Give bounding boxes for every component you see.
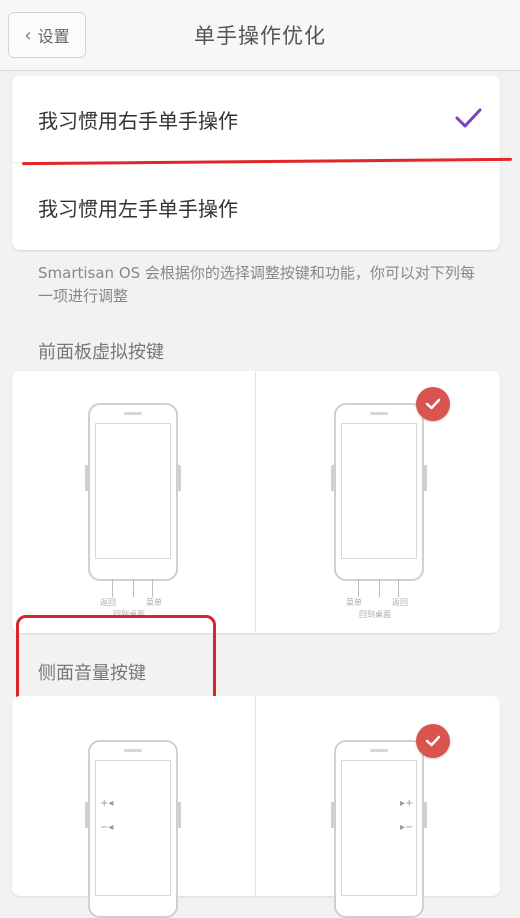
volume-up-icon: +◂ [100, 798, 114, 809]
phone-illustration [85, 403, 181, 581]
key-line [152, 579, 153, 597]
key-line [112, 579, 113, 597]
option-right-hand-label: 我习惯用右手单手操作 [38, 108, 238, 133]
front-panel-option-a[interactable]: 返回 菜单 回到桌面 [12, 371, 255, 633]
phone-illustration: +◂ −◂ [85, 740, 181, 918]
key-label-right: 菜单 [146, 598, 162, 607]
key-label-right: 返回 [392, 598, 408, 607]
side-volume-options-card: +◂ −◂ ▸+ ▸− [12, 696, 500, 918]
side-button [424, 802, 427, 828]
side-button [85, 802, 88, 828]
selected-check-icon [416, 387, 450, 421]
side-volume-option-b[interactable]: ▸+ ▸− [256, 696, 500, 918]
speaker [370, 412, 388, 415]
option-right-hand[interactable]: 我习惯用右手单手操作 [12, 76, 500, 162]
front-panel-option-b[interactable]: 菜单 返回 回到桌面 [256, 371, 500, 633]
key-line [398, 579, 399, 597]
side-button [178, 465, 181, 491]
key-label-center: 回到桌面 [359, 610, 391, 619]
key-labels: 菜单 返回 回到桌面 [334, 579, 424, 619]
volume-up-icon: ▸+ [400, 798, 414, 809]
selected-check-icon [416, 724, 450, 758]
side-button [331, 465, 334, 491]
side-button [178, 802, 181, 828]
top-bar: ‹ 设置 单手操作优化 [0, 0, 520, 71]
key-line [133, 579, 134, 597]
speaker [124, 749, 142, 752]
phone-screen [95, 423, 171, 559]
volume-down-icon: −◂ [100, 822, 114, 833]
key-line [379, 579, 380, 597]
phone-illustration [331, 403, 427, 581]
side-button [331, 802, 334, 828]
phone-illustration: ▸+ ▸− [331, 740, 427, 918]
key-label-left: 菜单 [346, 598, 362, 607]
phone-screen [341, 423, 417, 559]
speaker [124, 412, 142, 415]
option-left-hand-label: 我习惯用左手单手操作 [38, 196, 238, 221]
description-text: Smartisan OS 会根据你的选择调整按键和功能，你可以对下列每一项进行调… [38, 264, 475, 305]
section-title-front-panel: 前面板虚拟按键 [38, 342, 164, 363]
speaker [370, 749, 388, 752]
option-left-hand[interactable]: 我习惯用左手单手操作 [12, 164, 500, 250]
volume-down-icon: ▸− [400, 822, 414, 833]
key-label-left: 返回 [100, 598, 116, 607]
side-button [85, 465, 88, 491]
check-icon [455, 108, 482, 128]
key-line [358, 579, 359, 597]
side-volume-option-a[interactable]: +◂ −◂ [12, 696, 255, 918]
key-labels: 返回 菜单 回到桌面 [88, 579, 178, 619]
front-panel-options-card: 返回 菜单 回到桌面 菜单 返回 回到桌面 [12, 371, 500, 633]
page-title: 单手操作优化 [194, 24, 326, 48]
side-button [424, 465, 427, 491]
